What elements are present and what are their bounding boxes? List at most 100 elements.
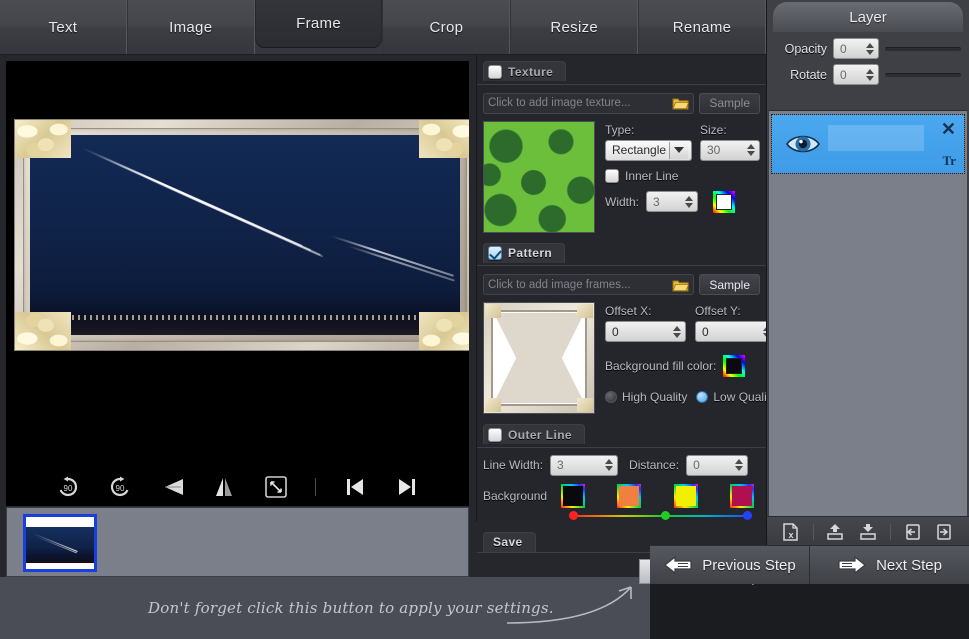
folder-icon[interactable] [672, 96, 689, 110]
outer-line-title: Outer Line [508, 428, 572, 442]
layer-title-text: Layer [849, 9, 887, 26]
tab-rename[interactable]: Rename [638, 0, 766, 54]
save-title: Save [493, 535, 523, 549]
hint-arrow-icon [505, 583, 645, 633]
rotate-row: Rotate 0 [775, 64, 961, 85]
texture-width-stepper[interactable]: 3 [646, 191, 698, 212]
rgb-gradient-slider[interactable] [569, 510, 752, 522]
texture-enable-checkbox[interactable] [488, 65, 502, 79]
fit-to-screen-icon[interactable] [263, 474, 289, 500]
outer-line-swatch[interactable] [730, 484, 754, 508]
thumbnail-strip[interactable] [6, 507, 469, 577]
folder-icon[interactable] [672, 278, 689, 292]
outer-line-swatch[interactable] [674, 484, 698, 508]
rotate-right-90-icon[interactable]: 90 [107, 474, 133, 500]
thumbnail-item[interactable] [23, 514, 97, 572]
stepper-arrows[interactable] [673, 326, 681, 338]
delete-layer-icon[interactable]: x [780, 521, 802, 543]
tab-frame[interactable]: Frame [255, 0, 383, 48]
merge-left-icon[interactable] [901, 521, 923, 543]
layer-name-field[interactable] [828, 125, 924, 151]
outer-line-swatch[interactable] [617, 484, 641, 508]
texture-type-label: Type: [605, 123, 692, 137]
arrow-right-icon [837, 555, 867, 575]
offset-x-stepper[interactable]: 0 [605, 321, 686, 342]
rotate-stepper[interactable]: 0 [833, 64, 879, 85]
tab-resize[interactable]: Resize [510, 0, 638, 54]
move-layer-down-icon[interactable] [857, 521, 879, 543]
stepper-arrows[interactable] [747, 144, 755, 156]
pattern-enable-checkbox[interactable] [488, 246, 502, 260]
stepper-arrows[interactable] [605, 459, 613, 471]
arrow-left-icon [663, 555, 693, 575]
pattern-preview-swatch[interactable] [483, 302, 595, 414]
rotate-left-90-icon[interactable]: 90 [55, 474, 81, 500]
inner-line-checkbox[interactable] [605, 169, 619, 183]
texture-width-label: Width: [605, 195, 639, 209]
line-width-value: 3 [557, 458, 564, 472]
pattern-sample-button[interactable]: Sample [699, 274, 760, 295]
merge-right-icon[interactable] [934, 521, 956, 543]
opacity-value: 0 [840, 42, 847, 56]
texture-size-stepper[interactable]: 30 [700, 140, 760, 161]
stepper-arrows[interactable] [866, 69, 874, 81]
texture-type-select[interactable]: Rectangle [605, 140, 692, 161]
texture-preview-swatch[interactable] [483, 121, 595, 233]
save-section-header: Save [483, 532, 536, 552]
outer-line-enable-checkbox[interactable] [488, 428, 502, 442]
slider-handle-red[interactable] [569, 511, 578, 520]
tab-label: Rename [673, 19, 732, 36]
image-edit-toolbar: 90 90 [6, 468, 469, 506]
stepper-arrows[interactable] [866, 43, 874, 55]
pattern-section-header[interactable]: Pattern [483, 243, 565, 263]
slider-handle-blue[interactable] [743, 511, 752, 520]
eye-icon[interactable] [786, 133, 820, 155]
low-quality-radio[interactable] [696, 391, 708, 403]
layer-list-item[interactable]: ✕ Tr [772, 115, 964, 173]
flip-horizontal-icon[interactable] [211, 474, 237, 500]
tab-label: Crop [430, 19, 464, 36]
layer-type-marker: Tr [943, 153, 956, 169]
pattern-file-input[interactable]: Click to add image frames... [483, 274, 694, 295]
pattern-file-placeholder: Click to add image frames... [488, 279, 631, 291]
texture-file-input[interactable]: Click to add image texture... [483, 93, 694, 114]
opacity-slider[interactable] [885, 47, 961, 51]
opacity-stepper[interactable]: 0 [833, 38, 879, 59]
texture-line-color-picker[interactable] [713, 191, 735, 213]
previous-image-icon[interactable] [342, 474, 368, 500]
move-layer-up-icon[interactable] [824, 521, 846, 543]
chevron-down-icon[interactable] [669, 142, 688, 159]
close-icon[interactable]: ✕ [941, 120, 956, 138]
svg-text:x: x [789, 530, 794, 540]
rotate-slider[interactable] [885, 73, 961, 77]
tab-crop[interactable]: Crop [382, 0, 510, 54]
texture-sample-button[interactable]: Sample [699, 93, 760, 114]
distance-value: 0 [693, 458, 700, 472]
outer-line-swatch[interactable] [561, 484, 585, 508]
pattern-sample-label: Sample [709, 278, 750, 292]
high-quality-label: High Quality [622, 390, 687, 404]
next-image-icon[interactable] [394, 474, 420, 500]
frame-settings-panel: Texture Click to add image texture... [476, 55, 766, 522]
texture-file-placeholder: Click to add image texture... [488, 97, 631, 109]
line-width-stepper[interactable]: 3 [550, 455, 618, 476]
bg-fill-color-picker[interactable] [723, 355, 745, 377]
next-step-button[interactable]: Next Step [809, 546, 969, 584]
distance-stepper[interactable]: 0 [686, 455, 748, 476]
offset-x-value: 0 [612, 325, 619, 339]
distance-label: Distance: [629, 458, 679, 472]
tab-image[interactable]: Image [127, 0, 255, 54]
tab-text[interactable]: Text [0, 0, 127, 54]
previous-step-button[interactable]: Previous Step [650, 546, 809, 584]
flip-vertical-icon[interactable] [159, 474, 185, 500]
outer-line-section-header[interactable]: Outer Line [483, 424, 585, 444]
stepper-arrows[interactable] [735, 459, 743, 471]
high-quality-radio[interactable] [605, 391, 617, 403]
texture-body: Click to add image texture... Sample [477, 84, 766, 239]
stepper-arrows[interactable] [685, 196, 693, 208]
slider-handle-green[interactable] [661, 511, 670, 520]
pattern-section: Pattern Click to add image frames... [477, 239, 766, 421]
image-canvas[interactable] [6, 61, 469, 468]
offset-y-stepper[interactable]: 0 [695, 321, 776, 342]
texture-section-header[interactable]: Texture [483, 61, 566, 81]
